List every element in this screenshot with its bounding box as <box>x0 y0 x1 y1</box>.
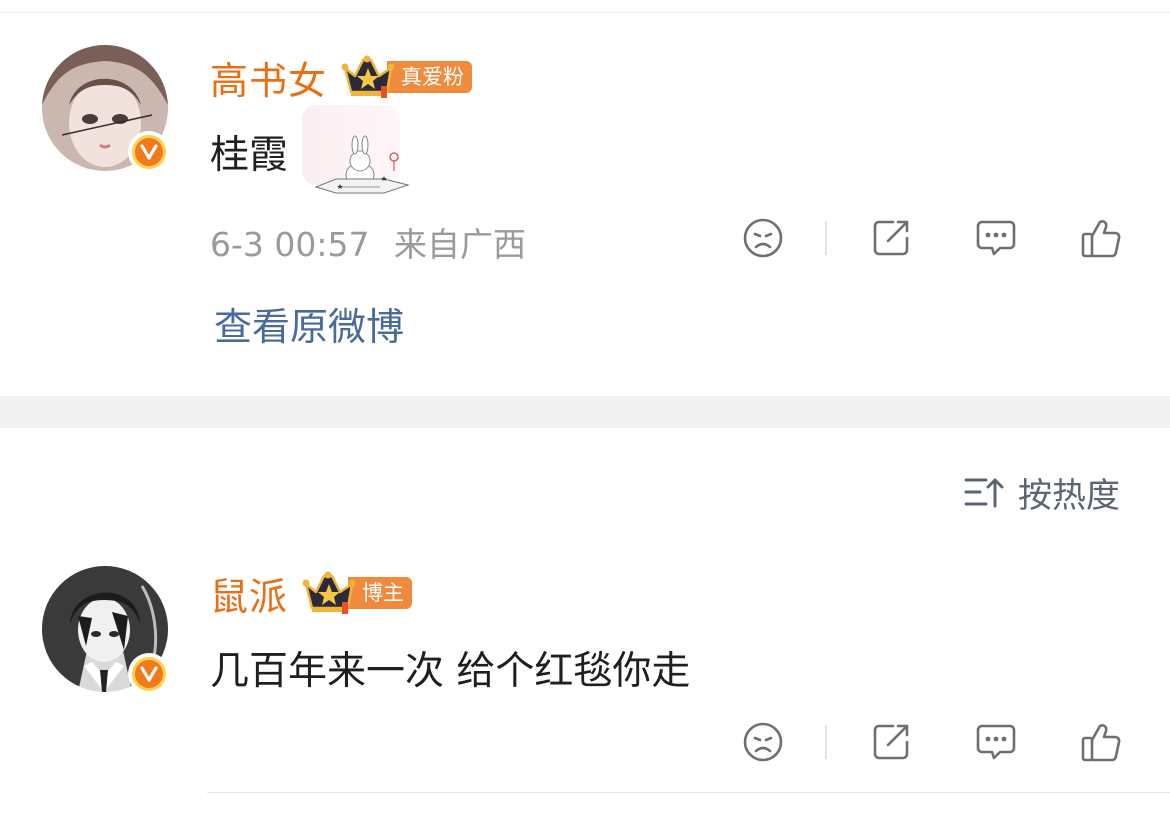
timestamp: 6-3 00:57 <box>210 225 370 264</box>
verified-badge <box>128 131 170 173</box>
sad-face-icon <box>743 218 783 258</box>
sort-toggle[interactable]: 按热度 <box>964 470 1120 516</box>
name-row: 高书女 真爱粉 <box>210 50 473 105</box>
comment-icon <box>976 220 1016 256</box>
username[interactable]: 鼠派 <box>210 566 288 621</box>
section-separator <box>0 396 1170 428</box>
bottom-divider <box>207 792 1170 793</box>
verified-badge <box>128 653 170 695</box>
action-bar <box>740 215 1130 265</box>
blogger-badge[interactable]: 博主 <box>302 570 413 616</box>
dislike-button[interactable] <box>740 719 786 765</box>
bunny-sticker-decoration-icon <box>302 105 410 194</box>
sad-face-icon <box>743 722 783 762</box>
crown-icon <box>341 55 395 98</box>
share-icon <box>873 724 909 760</box>
comment-button[interactable] <box>973 215 1019 261</box>
share-icon <box>873 220 909 256</box>
like-icon <box>1081 724 1121 762</box>
like-button[interactable] <box>1078 215 1124 261</box>
comment-item: 鼠派 博主 几百年来一次 给个红毯你走 <box>0 520 1170 792</box>
action-divider <box>825 221 827 255</box>
action-bar <box>740 719 1130 769</box>
fan-badge[interactable]: 真爱粉 <box>341 54 473 100</box>
view-original-link[interactable]: 查看原微博 <box>214 296 404 351</box>
v-verified-badge-icon <box>140 144 158 160</box>
comment-item: 高书女 真爱粉 桂霞 6-3 00:57 来自广西 查看原微博 <box>0 0 1170 396</box>
dislike-button[interactable] <box>740 215 786 261</box>
name-row: 鼠派 博主 <box>210 566 413 621</box>
comment-icon <box>976 724 1016 760</box>
v-verified-badge-icon <box>140 666 158 682</box>
like-icon <box>1081 220 1121 258</box>
action-divider <box>825 725 827 759</box>
comment-meta: 6-3 00:57 来自广西 <box>210 218 526 266</box>
location: 来自广西 <box>394 225 526 264</box>
username[interactable]: 高书女 <box>210 50 327 105</box>
sort-label: 按热度 <box>1018 475 1120 516</box>
like-button[interactable] <box>1078 719 1124 765</box>
crown-icon <box>302 571 356 614</box>
badge-tag: 真爱粉 <box>387 61 473 93</box>
comment-button[interactable] <box>973 719 1019 765</box>
share-button[interactable] <box>868 215 914 261</box>
comment-text: 桂霞 <box>210 133 289 178</box>
share-button[interactable] <box>868 719 914 765</box>
comment-text: 几百年来一次 给个红毯你走 <box>210 649 691 694</box>
sort-by-heat-icon <box>964 478 1004 508</box>
